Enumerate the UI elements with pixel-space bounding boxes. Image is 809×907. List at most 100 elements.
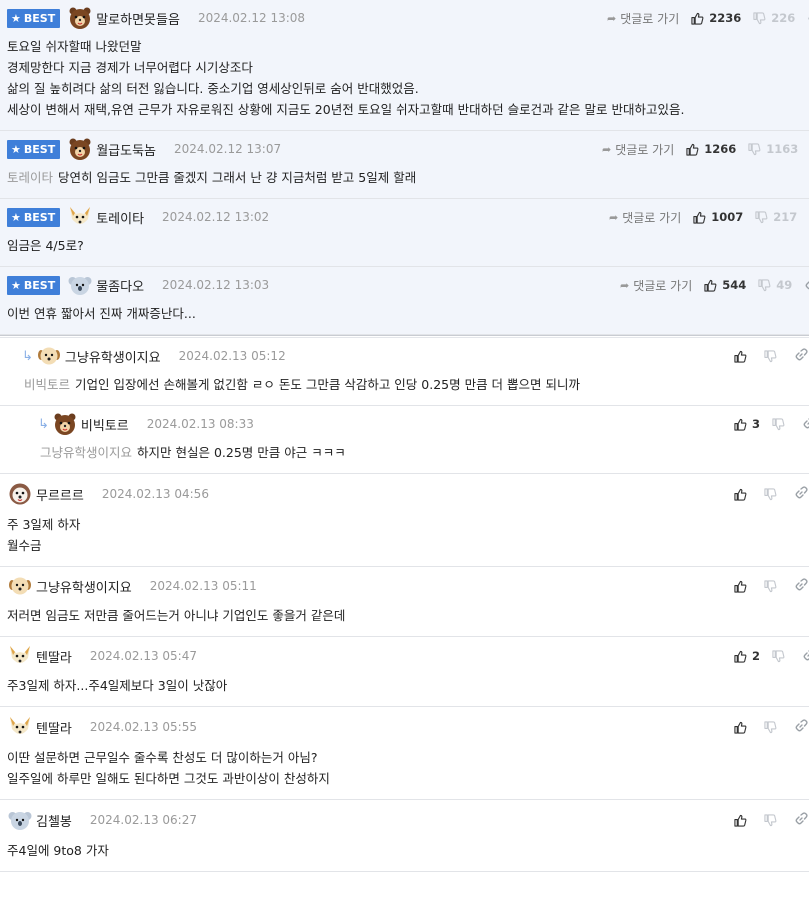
- comment-text: 이딴 설문하면 근무일수 줄수록 찬성도 더 많이하는거 아님?: [7, 750, 318, 765]
- thumbs-down-icon: [772, 649, 785, 662]
- timestamp: 2024.02.12 13:08: [197, 11, 306, 25]
- best-label: BEST: [23, 142, 56, 156]
- upvote-button[interactable]: [734, 488, 752, 501]
- nickname[interactable]: 무르르르: [36, 485, 84, 504]
- downvote-button[interactable]: 217: [755, 210, 797, 224]
- share-link-icon[interactable]: [794, 485, 808, 503]
- puppy-avatar-icon: [7, 482, 33, 506]
- timestamp: 2024.02.13 05:11: [149, 579, 257, 593]
- comment: 그냥유학생이지요 2024.02.13 05:11 저러면 임금도 저만큼 줄어드는…: [0, 567, 809, 637]
- nickname[interactable]: 토레이타: [96, 208, 144, 227]
- nickname[interactable]: 비빅토르: [81, 415, 129, 434]
- fox-avatar-icon-image: [70, 207, 91, 224]
- share-link-icon[interactable]: [794, 347, 808, 365]
- nickname[interactable]: 물좀다오: [96, 276, 144, 295]
- best-comment: ★ BEST 물좀다오 2024.02.12 13:03 ➦ 댓글로 가기 544 49 이번 …: [0, 267, 809, 335]
- comment-text-line: 주 3일제 하자: [7, 514, 802, 535]
- downvote-button[interactable]: [772, 417, 790, 431]
- comment-actions: [734, 567, 808, 605]
- mention-tag[interactable]: 비빅토르: [24, 377, 70, 392]
- thumbs-up-icon: [686, 143, 699, 156]
- upvote-count: 2: [752, 649, 761, 663]
- upvote-count: 3: [752, 417, 761, 431]
- comment-list: ★ BEST 말로하면못들음 2024.02.12 13:08 ➦ 댓글로 가기 2236 2…: [0, 0, 809, 872]
- go-to-reply-link[interactable]: ➦ 댓글로 가기: [609, 209, 681, 226]
- comment-text: 세상이 변해서 재택,유연 근무가 자유로워진 상황에 지금도 20년전 토요일…: [7, 102, 685, 117]
- comment-actions: [734, 800, 808, 840]
- comment-actions: [734, 474, 808, 514]
- comment-header: ↳ 그냥유학생이지요 2024.02.13 05:12: [7, 338, 808, 374]
- go-to-reply-link[interactable]: ➦ 댓글로 가기: [602, 141, 674, 158]
- best-badge: ★ BEST: [7, 207, 61, 227]
- comment-text-line: 임금은 4/5로?: [7, 235, 802, 256]
- comment-text-line: 경제망한다 지금 경제가 너무어렵다 시기상조다: [7, 57, 802, 78]
- comment-text-line: 주4일에 9to8 가자: [7, 840, 802, 861]
- upvote-button[interactable]: 2: [734, 649, 760, 663]
- go-to-reply-label: 댓글로 가기: [622, 210, 682, 225]
- upvote-button[interactable]: [734, 721, 752, 734]
- upvote-button[interactable]: [734, 814, 752, 827]
- nickname[interactable]: 텐딸라: [36, 718, 72, 737]
- downvote-button[interactable]: [764, 487, 782, 501]
- nickname[interactable]: 그냥유학생이지요: [65, 347, 161, 366]
- upvote-button[interactable]: [734, 580, 752, 593]
- share-link-icon[interactable]: [794, 811, 808, 829]
- timestamp: 2024.02.13 04:56: [101, 487, 209, 501]
- share-link-icon[interactable]: [794, 577, 808, 595]
- dog-avatar-icon-image: [37, 347, 60, 365]
- upvote-button[interactable]: 2236: [691, 11, 741, 25]
- downvote-button[interactable]: [764, 349, 782, 363]
- comment-text-line: 토요일 쉬자할때 나왔던말: [7, 36, 802, 57]
- upvote-button[interactable]: 3: [734, 417, 760, 431]
- downvote-button[interactable]: [764, 720, 782, 734]
- share-link-icon[interactable]: [794, 718, 808, 736]
- comment-actions: 2: [734, 637, 809, 675]
- nickname[interactable]: 월급도둑놈: [96, 140, 156, 159]
- upvote-button[interactable]: 544: [704, 278, 746, 292]
- mention-tag[interactable]: 그냥유학생이지요: [40, 445, 132, 460]
- nickname[interactable]: 텐딸라: [36, 647, 72, 666]
- downvote-button[interactable]: 49: [758, 278, 792, 292]
- nickname[interactable]: 김첼봉: [36, 811, 72, 830]
- nickname[interactable]: 그냥유학생이지요: [36, 577, 132, 596]
- thumbs-up-icon: [693, 211, 706, 224]
- comment-body: 비빅토르 기업인 입장에선 손해볼게 없긴함 ㄹㅇ 돈도 그만큼 삭감하고 인당 …: [7, 374, 802, 405]
- share-link-icon[interactable]: [804, 277, 809, 294]
- star-icon: ★: [11, 278, 21, 292]
- comment-body: 주4일에 9to8 가자: [7, 840, 802, 871]
- nickname[interactable]: 말로하면못들음: [96, 9, 180, 28]
- upvote-button[interactable]: [734, 350, 752, 363]
- thumbs-down-icon: [755, 210, 768, 223]
- best-label: BEST: [23, 11, 56, 25]
- comment-text-line: 비빅토르 기업인 입장에선 손해볼게 없긴함 ㄹㅇ 돈도 그만큼 삭감하고 인당 …: [24, 374, 802, 395]
- bear-avatar-icon: [67, 6, 93, 30]
- downvote-count: 217: [773, 210, 798, 224]
- thumbs-down-icon: [758, 278, 771, 291]
- upvote-button[interactable]: 1007: [693, 210, 743, 224]
- mention-tag[interactable]: 토레이타: [7, 170, 53, 185]
- downvote-button[interactable]: 1163: [748, 142, 798, 156]
- downvote-button[interactable]: [772, 649, 790, 663]
- go-to-reply-link[interactable]: ➦ 댓글로 가기: [607, 10, 679, 27]
- upvote-count: 1007: [711, 210, 744, 224]
- go-to-reply-label: 댓글로 가기: [633, 278, 693, 293]
- downvote-button[interactable]: 226: [753, 11, 795, 25]
- go-to-reply-link[interactable]: ➦ 댓글로 가기: [620, 277, 692, 294]
- koala-avatar-icon: [67, 273, 93, 297]
- comment-actions: 3: [734, 406, 809, 442]
- thumbs-up-icon: [734, 721, 747, 734]
- comment-header: 무르르르 2024.02.13 04:56: [7, 474, 808, 514]
- downvote-button[interactable]: [764, 579, 782, 593]
- best-badge: ★ BEST: [7, 275, 61, 295]
- upvote-button[interactable]: 1266: [686, 142, 736, 156]
- comment-text: 임금은 4/5로?: [7, 238, 84, 253]
- comment-actions: [734, 707, 808, 747]
- upvote-count: 544: [722, 278, 747, 292]
- downvote-button[interactable]: [764, 813, 782, 827]
- koala-avatar-icon-image: [68, 277, 92, 295]
- comment-actions: ➦ 댓글로 가기 2236 226: [607, 0, 809, 36]
- share-link-icon[interactable]: [802, 416, 809, 433]
- comment: 김첼봉 2024.02.13 06:27 주4일에 9to8 가자: [0, 800, 809, 872]
- share-link-icon[interactable]: [802, 648, 809, 665]
- comment-body: 그냥유학생이지요 하지만 현실은 0.25명 만큼 야근 ㅋㅋㅋ: [7, 442, 802, 473]
